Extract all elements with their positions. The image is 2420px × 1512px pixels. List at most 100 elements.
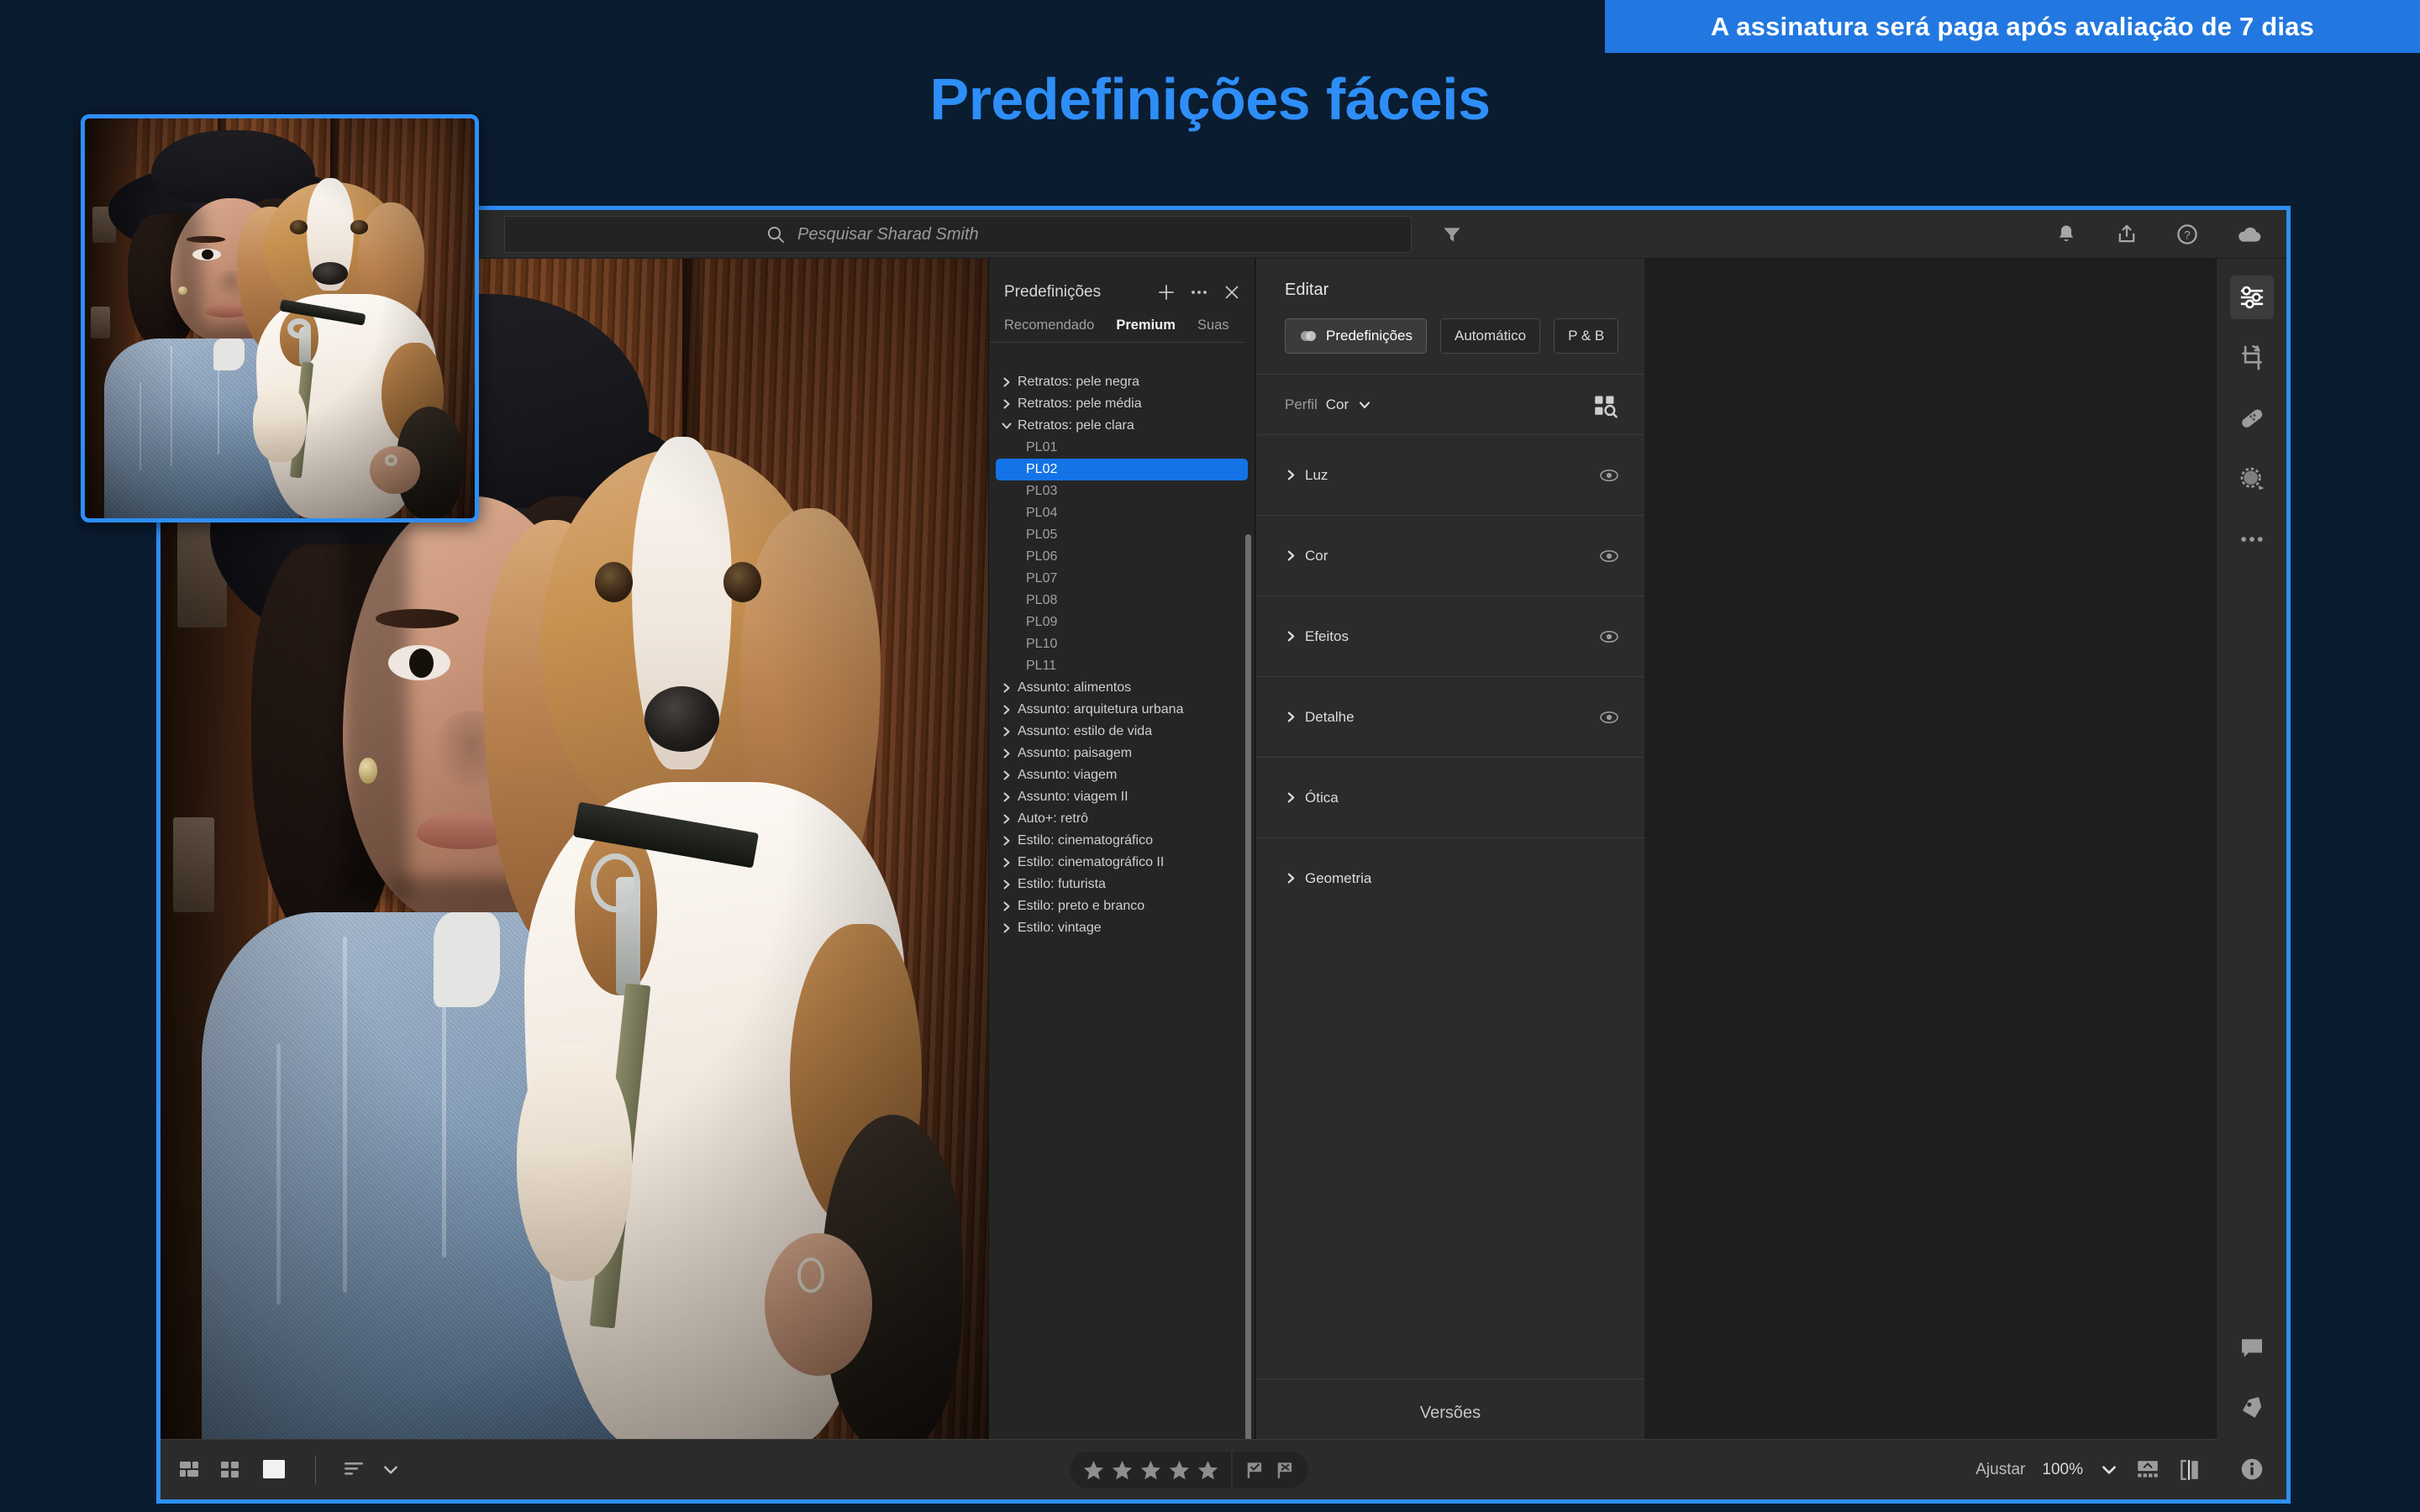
cloud-icon[interactable] [2236,223,2263,246]
preset-item-selected[interactable]: PL02 [996,459,1248,480]
preset-group-row[interactable]: Estilo: cinematográfico II [989,852,1255,874]
zoom-level-label[interactable]: 100% [2042,1461,2083,1479]
more-tools-icon[interactable] [2230,517,2274,561]
star-icon[interactable] [1168,1458,1192,1482]
preset-group-label: Assunto: paisagem [1018,746,1133,760]
detail-view-icon[interactable] [260,1458,288,1482]
star-rating[interactable] [1070,1451,1232,1488]
section-otica[interactable]: Ótica [1256,757,1644,837]
masking-icon[interactable] [2230,457,2274,501]
star-icon[interactable] [1082,1458,1106,1482]
chevron-down-icon[interactable] [1357,397,1372,412]
bw-button[interactable]: P & B [1554,318,1619,354]
presets-icon [1299,328,1318,344]
square-grid-view-icon[interactable] [219,1459,245,1481]
preset-item[interactable]: PL11 [996,655,1248,677]
star-icon[interactable] [1139,1458,1163,1482]
presets-list[interactable]: Retratos: pele negra Retratos: pele médi… [989,366,1255,1447]
star-icon[interactable] [1111,1458,1134,1482]
share-icon[interactable] [2115,223,2139,246]
promo-banner: A assinatura será paga após avaliação de… [1605,0,2420,53]
more-options-icon[interactable] [1189,283,1209,302]
visibility-eye-icon[interactable] [1599,549,1619,564]
help-icon[interactable]: ? [2175,223,2199,246]
visibility-eye-icon[interactable] [1599,710,1619,725]
preset-group-row-expanded[interactable]: Retratos: pele clara [989,415,1255,437]
preset-group-row[interactable]: Retratos: pele média [989,393,1255,415]
preset-group-row[interactable]: Assunto: alimentos [989,677,1255,699]
before-after-icon[interactable] [2177,1458,2201,1482]
chevron-right-icon [1285,469,1305,481]
preset-group-row[interactable]: Assunto: viagem [989,764,1255,786]
preset-group-row[interactable]: Retratos: pele negra [989,371,1255,393]
section-luz[interactable]: Luz [1256,434,1644,515]
flag-reject-icon[interactable] [1275,1459,1297,1481]
preset-item[interactable]: PL03 [996,480,1248,502]
preset-item[interactable]: PL08 [996,590,1248,612]
preset-group-row[interactable]: Assunto: paisagem [989,743,1255,764]
search-input[interactable] [797,224,1150,244]
preset-item[interactable]: PL06 [996,546,1248,568]
section-efeitos[interactable]: Efeitos [1256,596,1644,676]
comments-icon[interactable] [2230,1326,2274,1370]
add-preset-icon[interactable] [1157,283,1176,302]
keyword-tag-icon[interactable] [2230,1387,2274,1431]
preset-group-row[interactable]: Assunto: estilo de vida [989,721,1255,743]
presets-panel: Predefinições Recomendado Premium Suas R… [988,259,1255,1447]
flag-pick-icon[interactable] [1244,1459,1266,1481]
search-bar[interactable] [504,216,1412,253]
tab-premium[interactable]: Premium [1116,318,1176,333]
preset-group-row[interactable]: Assunto: arquitetura urbana [989,699,1255,721]
profile-value[interactable]: Cor [1326,396,1349,413]
versions-button[interactable]: Versões [1256,1378,1644,1447]
star-icon[interactable] [1197,1458,1220,1482]
preset-item[interactable]: PL01 [996,437,1248,459]
chevron-right-icon [1285,872,1305,885]
preset-group-row[interactable]: Assunto: viagem II [989,786,1255,808]
chevron-right-icon [1001,835,1018,847]
preset-group-row[interactable]: Auto+: retrô [989,808,1255,830]
preset-group-row[interactable]: Estilo: futurista [989,874,1255,895]
section-efeitos-label: Efeitos [1305,627,1349,644]
preset-item[interactable]: PL10 [996,633,1248,655]
filter-icon[interactable] [1441,223,1463,245]
preset-group-row[interactable]: Estilo: vintage [989,917,1255,939]
chevron-right-icon [1001,769,1018,781]
preset-group-label: Estilo: preto e branco [1018,899,1145,913]
crop-rotate-icon[interactable] [2230,336,2274,380]
section-cor-label: Cor [1305,547,1328,564]
presets-scrollbar[interactable] [1245,534,1251,1447]
presets-button[interactable]: Predefinições [1285,318,1428,354]
sort-icon[interactable] [343,1459,366,1481]
section-detalhe[interactable]: Detalhe [1256,676,1644,757]
chevron-down-icon[interactable] [381,1462,400,1478]
section-detalhe-label: Detalhe [1305,708,1355,725]
preset-item[interactable]: PL07 [996,568,1248,590]
healing-brush-icon[interactable] [2230,396,2274,440]
section-geometria[interactable]: Geometria [1256,837,1644,918]
presets-panel-header: Predefinições [989,259,1255,307]
preset-item[interactable]: PL04 [996,502,1248,524]
section-cor[interactable]: Cor [1256,515,1644,596]
notifications-icon[interactable] [2054,223,2078,246]
close-panel-icon[interactable] [1223,283,1241,302]
preview-thumbnail[interactable] [81,114,479,522]
tab-suas[interactable]: Suas [1197,318,1229,333]
presets-tabs: Recomendado Premium Suas [989,307,1244,343]
edit-sliders-icon[interactable] [2229,276,2274,319]
filmstrip-toggle-icon[interactable] [2135,1458,2160,1482]
tab-recomendado[interactable]: Recomendado [1004,318,1094,333]
grid-view-icon[interactable] [179,1459,204,1481]
preset-item[interactable]: PL09 [996,612,1248,633]
visibility-eye-icon[interactable] [1599,629,1619,644]
chevron-right-icon [1001,726,1018,738]
preset-item[interactable]: PL05 [996,524,1248,546]
fit-label[interactable]: Ajustar [1975,1461,2025,1479]
visibility-eye-icon[interactable] [1599,468,1619,483]
auto-button[interactable]: Automático [1440,318,1541,354]
preset-group-row[interactable]: Estilo: preto e branco [989,895,1255,917]
profile-browser-icon[interactable] [1591,391,1619,418]
info-icon[interactable] [2230,1447,2274,1491]
preset-group-row[interactable]: Estilo: cinematográfico [989,830,1255,852]
chevron-down-icon[interactable] [2100,1462,2118,1478]
